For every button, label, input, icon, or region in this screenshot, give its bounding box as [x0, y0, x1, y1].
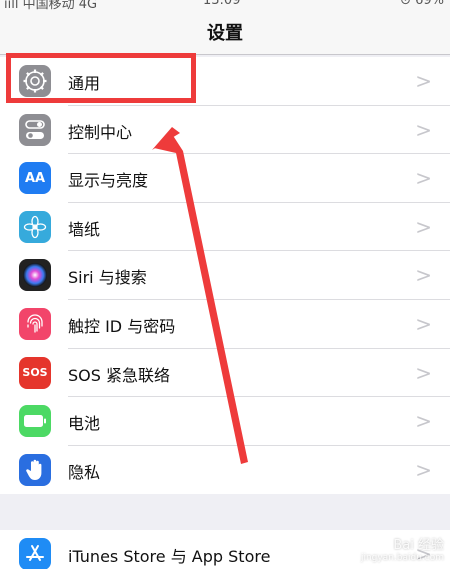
page-title: 设置: [207, 23, 243, 44]
chevron-right-icon: >: [415, 263, 432, 288]
settings-row-privacy[interactable]: 隐私 >: [0, 445, 450, 495]
chevron-right-icon: >: [415, 457, 432, 482]
navigation-bar: 设置: [0, 10, 450, 55]
settings-row-display-brightness[interactable]: AA 显示与亮度 >: [0, 154, 450, 203]
gear-icon: [19, 65, 51, 97]
settings-row-label: 触控 ID 与密码: [68, 316, 176, 336]
group-separator: [0, 494, 450, 529]
sos-icon: SOS: [19, 356, 51, 389]
chevron-right-icon: >: [415, 117, 432, 142]
battery-icon: [19, 405, 51, 438]
siri-icon: [19, 259, 51, 292]
settings-row-battery[interactable]: 电池 >: [0, 397, 450, 446]
settings-row-general[interactable]: 通用 >: [0, 57, 450, 106]
settings-screen: ııll 中国移动 4G 13:09 ⊙ 69% 设置 通用 > 控制中心 > …: [0, 0, 450, 569]
settings-row-label: 通用: [68, 74, 101, 93]
toggles-icon: [19, 113, 51, 146]
sos-icon-text: SOS: [22, 366, 48, 380]
battery-status: ⊙ 69%: [400, 0, 444, 8]
chevron-right-icon: >: [415, 214, 432, 239]
settings-row-emergency-sos[interactable]: SOS SOS 紧急联络 >: [0, 348, 450, 398]
status-time: 13:09: [203, 0, 241, 8]
chevron-right-icon: >: [415, 409, 432, 434]
chevron-right-icon: >: [415, 360, 432, 385]
flower-icon: [19, 210, 51, 243]
settings-row-wallpaper[interactable]: 墙纸 >: [0, 202, 450, 252]
watermark-url: jingyan.baidu.com: [360, 553, 444, 563]
settings-row-label: 隐私: [68, 462, 101, 482]
carrier-signal: ııll 中国移动 4G: [4, 0, 98, 10]
watermark-title: Bai 经验: [393, 538, 444, 553]
hand-icon: [19, 453, 51, 486]
aa-icon: AA: [19, 162, 51, 195]
settings-row-siri-search[interactable]: Siri 与搜索 >: [0, 251, 450, 300]
settings-row-label: 控制中心: [68, 122, 133, 142]
settings-group-main: 通用 > 控制中心 > AA 显示与亮度 > 墙纸 > Siri 与搜索 > 触…: [0, 57, 450, 495]
chevron-right-icon: >: [415, 311, 432, 336]
settings-row-label: SOS 紧急联络: [68, 365, 170, 385]
settings-row-label: iTunes Store 与 App Store: [68, 547, 271, 566]
settings-row-label: 电池: [68, 414, 101, 434]
settings-row-control-center[interactable]: 控制中心 >: [0, 105, 450, 155]
app-store-icon: [19, 538, 51, 569]
settings-row-label: 墙纸: [68, 219, 101, 239]
baidu-watermark: Bai 经验 jingyan.baidu.com: [361, 539, 444, 565]
settings-row-touch-id-passcode[interactable]: 触控 ID 与密码 >: [0, 299, 450, 349]
settings-row-label: Siri 与搜索: [68, 268, 147, 288]
chevron-right-icon: >: [415, 69, 432, 93]
fingerprint-icon: [19, 307, 51, 340]
status-bar: ııll 中国移动 4G 13:09 ⊙ 69%: [0, 0, 450, 10]
chevron-right-icon: >: [415, 166, 432, 191]
aa-icon-text: AA: [24, 170, 46, 186]
settings-row-label: 显示与亮度: [68, 171, 149, 191]
